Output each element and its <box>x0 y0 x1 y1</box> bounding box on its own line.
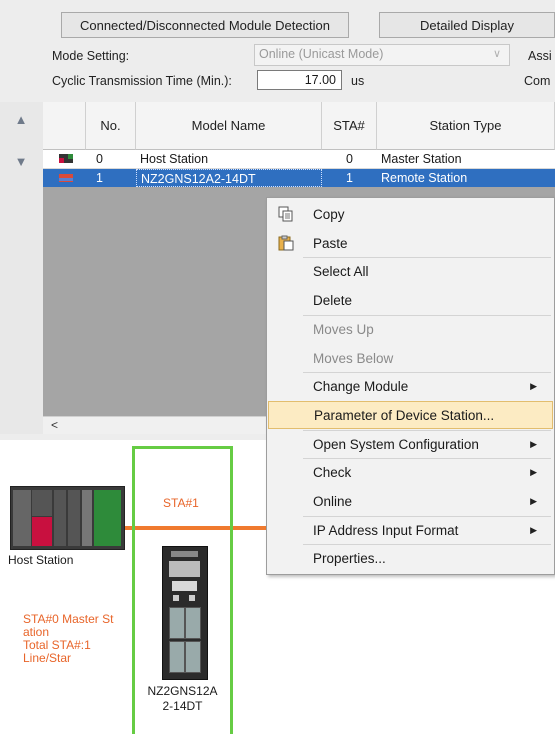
menu-item-moves-up[interactable]: Moves Up <box>268 315 553 343</box>
scroll-left-icon[interactable]: < <box>51 418 58 432</box>
header-model-name[interactable]: Model Name <box>136 102 322 150</box>
host-station-module[interactable] <box>10 486 125 550</box>
submenu-arrow-icon: ▶ <box>530 380 537 391</box>
menu-item-open-system-configuration[interactable]: Open System Configuration ▶ <box>268 430 553 458</box>
menu-item-label: Check <box>313 464 352 480</box>
device-label: NZ2GNS12A 2-14DT <box>136 684 229 714</box>
header-sta[interactable]: STA# <box>322 102 377 150</box>
menu-item-select-all[interactable]: Select All <box>268 257 553 285</box>
cell-no: 0 <box>96 152 103 166</box>
menu-item-label: Moves Up <box>313 321 374 337</box>
move-down-icon[interactable]: ▼ <box>11 152 31 170</box>
communication-label: Com <box>524 74 551 88</box>
menu-item-label: IP Address Input Format <box>313 522 459 538</box>
menu-item-label: Properties... <box>313 550 386 566</box>
menu-item-label: Copy <box>313 206 345 222</box>
menu-item-change-module[interactable]: Change Module ▶ <box>268 372 553 400</box>
paste-icon <box>278 235 294 251</box>
remote-io-module[interactable] <box>162 546 208 680</box>
chevron-down-icon: ∨ <box>492 48 501 60</box>
module-detection-button[interactable]: Connected/Disconnected Module Detection <box>61 12 349 38</box>
cell-model: Host Station <box>140 152 209 166</box>
move-up-icon[interactable]: ▲ <box>11 110 31 128</box>
submenu-arrow-icon: ▶ <box>530 466 537 477</box>
mode-setting-value: Online (Unicast Mode) <box>259 47 384 61</box>
menu-item-label: Delete <box>313 292 353 308</box>
menu-item-ip-address-input-format[interactable]: IP Address Input Format ▶ <box>268 516 553 544</box>
cell-no: 1 <box>96 171 103 185</box>
menu-item-moves-below[interactable]: Moves Below <box>268 344 553 372</box>
table-row-selected[interactable]: 1 NZ2GNS12A2-14DT 1 Remote Station <box>43 169 555 187</box>
assignment-label: Assi <box>528 49 552 63</box>
menu-item-check[interactable]: Check ▶ <box>268 458 553 486</box>
copy-icon <box>278 206 293 222</box>
cyclic-time-unit: us <box>351 74 365 88</box>
menu-item-properties[interactable]: Properties... <box>268 544 553 572</box>
device-label-line: NZ2GNS12A <box>147 684 218 698</box>
menu-item-label: Online <box>313 493 353 509</box>
cell-type: Remote Station <box>381 171 468 185</box>
table-row[interactable]: 0 Host Station 0 Master Station <box>43 150 555 169</box>
menu-item-label: Change Module <box>313 378 409 394</box>
menu-item-paste[interactable]: Paste <box>268 229 553 257</box>
submenu-arrow-icon: ▶ <box>530 524 537 535</box>
detailed-display-button[interactable]: Detailed Display <box>379 12 555 38</box>
cell-sta: 0 <box>346 152 353 166</box>
cell-type: Master Station <box>381 152 462 166</box>
mode-setting-select[interactable]: Online (Unicast Mode) ∨ <box>254 44 510 66</box>
cell-sta: 1 <box>346 171 353 185</box>
cyclic-time-field[interactable]: 17.00 <box>257 70 342 90</box>
header-icon-column <box>43 102 86 150</box>
host-station-label: Host Station <box>8 553 74 567</box>
network-info: STA#0 Master St ation Total STA#:1 Line/… <box>23 613 113 665</box>
menu-item-delete[interactable]: Delete <box>268 286 553 314</box>
menu-item-label: Moves Below <box>313 350 394 366</box>
mode-setting-label: Mode Setting: <box>52 49 130 63</box>
info-line: Line/Star <box>23 651 72 665</box>
menu-item-label: Select All <box>313 263 369 279</box>
menu-item-parameter-device-station[interactable]: Parameter of Device Station... <box>268 401 553 429</box>
submenu-arrow-icon: ▶ <box>530 495 537 506</box>
menu-item-copy[interactable]: Copy <box>268 200 553 228</box>
header-station-type[interactable]: Station Type <box>377 102 555 150</box>
menu-item-label: Paste <box>313 235 348 251</box>
device-label-line: 2-14DT <box>162 699 203 713</box>
context-menu: Copy Paste Select All Delete Moves Up Mo… <box>266 197 555 575</box>
master-station-icon <box>43 150 86 168</box>
submenu-arrow-icon: ▶ <box>530 438 537 449</box>
menu-item-label: Parameter of Device Station... <box>314 407 495 423</box>
sta1-label: STA#1 <box>163 496 199 510</box>
cyclic-time-label: Cyclic Transmission Time (Min.): <box>52 74 232 88</box>
header-no[interactable]: No. <box>86 102 136 150</box>
menu-item-online[interactable]: Online ▶ <box>268 487 553 515</box>
cell-model: NZ2GNS12A2-14DT <box>136 169 322 187</box>
remote-station-icon <box>43 169 86 187</box>
menu-item-label: Open System Configuration <box>313 436 479 452</box>
